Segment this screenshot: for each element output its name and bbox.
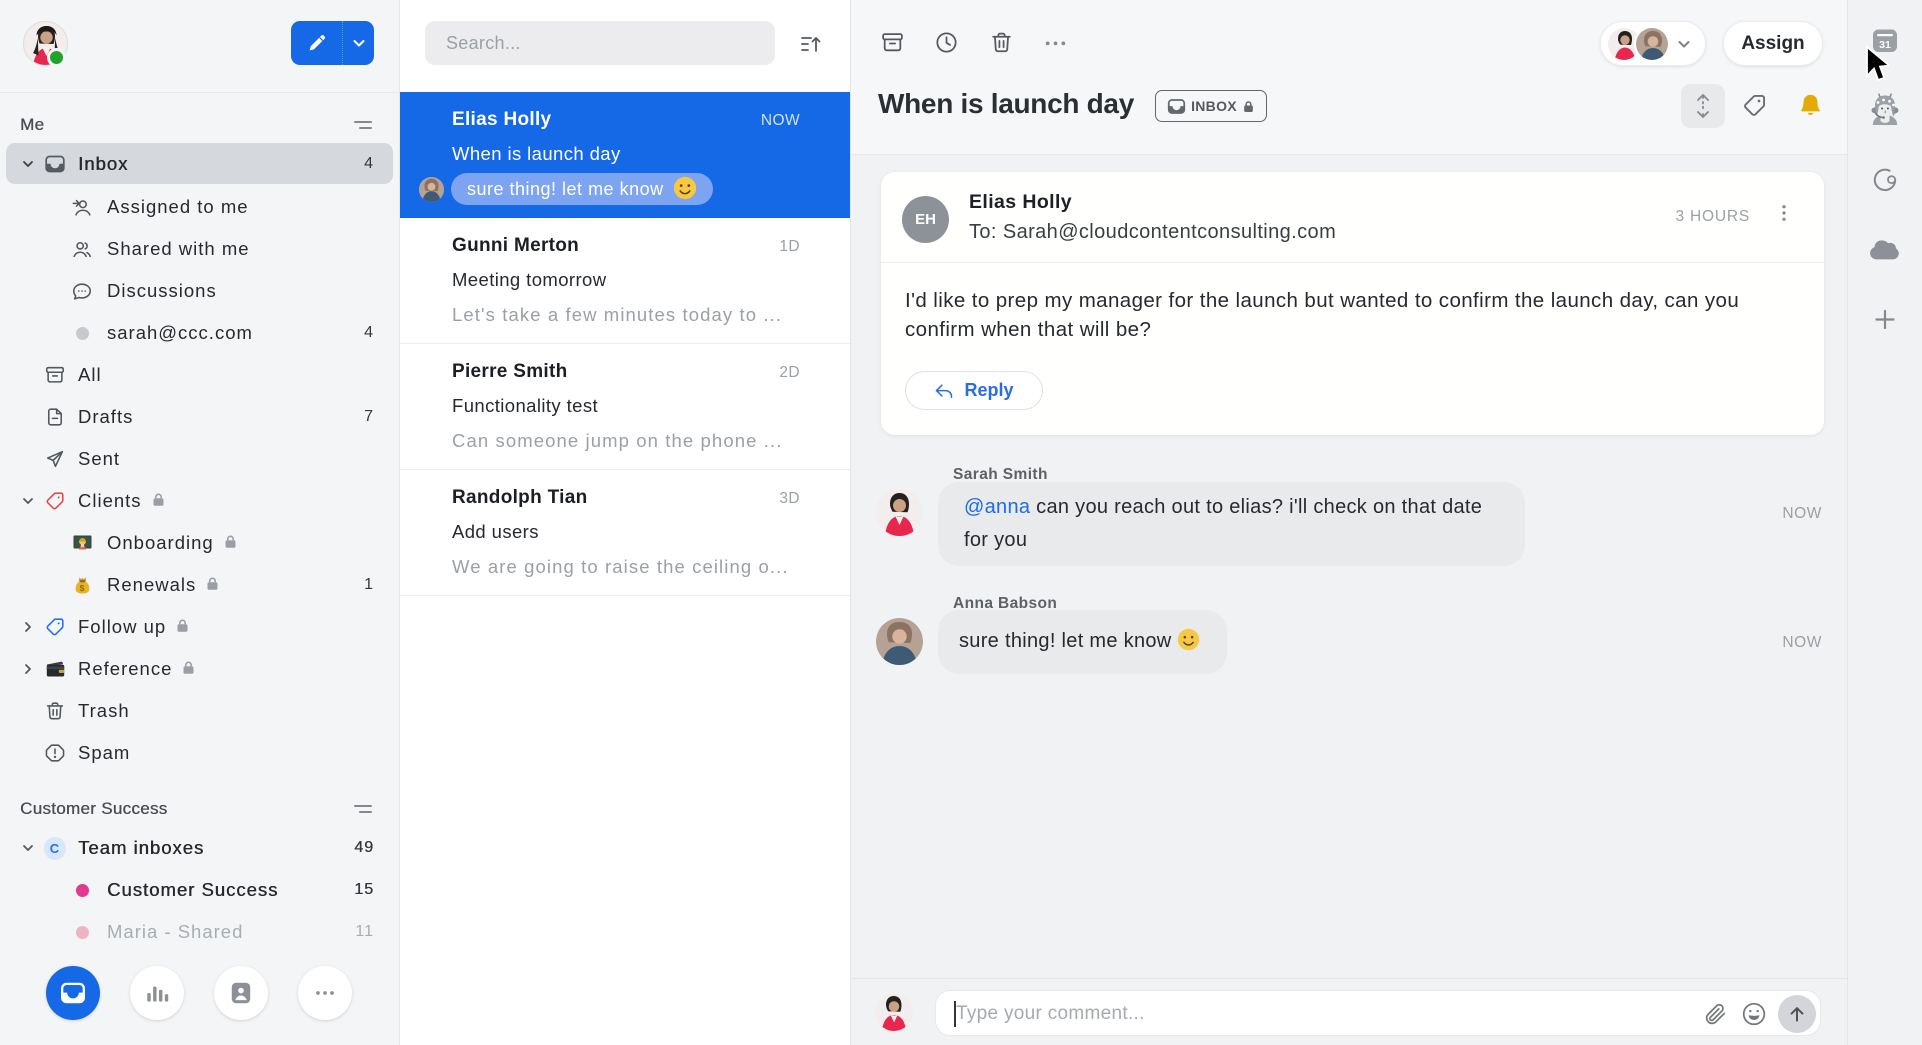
- svg-text:$: $: [79, 583, 85, 593]
